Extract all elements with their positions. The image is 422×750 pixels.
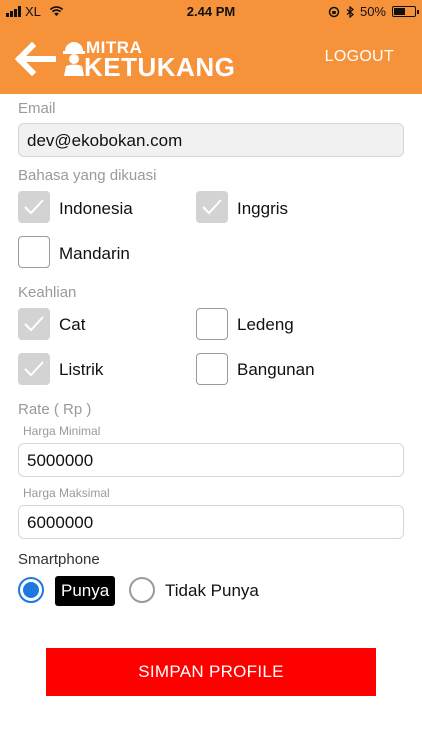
max-price-input[interactable]: 6000000 [18, 505, 404, 539]
radio-tidak-punya[interactable] [129, 577, 155, 603]
logout-button[interactable]: LOGOUT [325, 48, 394, 66]
option-label-cat: Cat [59, 315, 86, 334]
radio-label-tidak-punya: Tidak Punya [165, 581, 259, 600]
smartphone-label: Smartphone [18, 551, 100, 568]
option-label-ledeng: Ledeng [237, 315, 294, 334]
checkbox-cat[interactable] [18, 308, 50, 340]
option-label-bangunan: Bangunan [237, 360, 315, 379]
battery-icon [392, 6, 419, 17]
rate-label: Rate ( Rp ) [18, 401, 92, 418]
app-logo: MITRA KETUKANG [62, 36, 236, 82]
min-price-label: Harga Minimal [23, 424, 101, 438]
checkbox-ledeng[interactable] [196, 308, 228, 340]
radio-punya[interactable] [18, 577, 44, 603]
option-label-mandarin: Mandarin [59, 244, 130, 263]
email-label: Email [18, 100, 56, 117]
bluetooth-icon [346, 5, 354, 18]
back-arrow-icon[interactable] [14, 42, 56, 76]
email-field[interactable]: dev@ekobokan.com [18, 123, 404, 157]
option-label-inggris: Inggris [237, 199, 289, 218]
app-header: MITRA KETUKANG LOGOUT [0, 24, 422, 94]
save-profile-button[interactable]: SIMPAN PROFILE [46, 648, 376, 696]
logo-text-bottom: KETUKANG [84, 52, 236, 82]
rotation-lock-icon [328, 6, 340, 17]
checkbox-inggris[interactable] [196, 191, 228, 223]
worker-helmet-icon [63, 42, 85, 76]
radio-label-punya: Punya [55, 576, 116, 606]
min-price-input[interactable]: 5000000 [18, 443, 404, 477]
status-right: 50% [328, 4, 419, 19]
skills-label: Keahlian [18, 284, 77, 301]
checkmark-icon [202, 199, 222, 215]
checkbox-listrik[interactable] [18, 353, 50, 385]
battery-percent: 50% [359, 4, 386, 19]
checkbox-mandarin[interactable] [18, 236, 50, 268]
checkbox-indonesia[interactable] [18, 191, 50, 223]
checkmark-icon [24, 316, 44, 332]
option-label-listrik: Listrik [59, 360, 104, 379]
status-bar: XL 2.44 PM 50% [0, 0, 422, 24]
checkmark-icon [24, 199, 44, 215]
checkmark-icon [24, 361, 44, 377]
checkbox-bangunan[interactable] [196, 353, 228, 385]
languages-label: Bahasa yang dikuasi [18, 167, 157, 184]
max-price-label: Harga Maksimal [23, 486, 110, 500]
option-label-indonesia: Indonesia [59, 199, 133, 218]
